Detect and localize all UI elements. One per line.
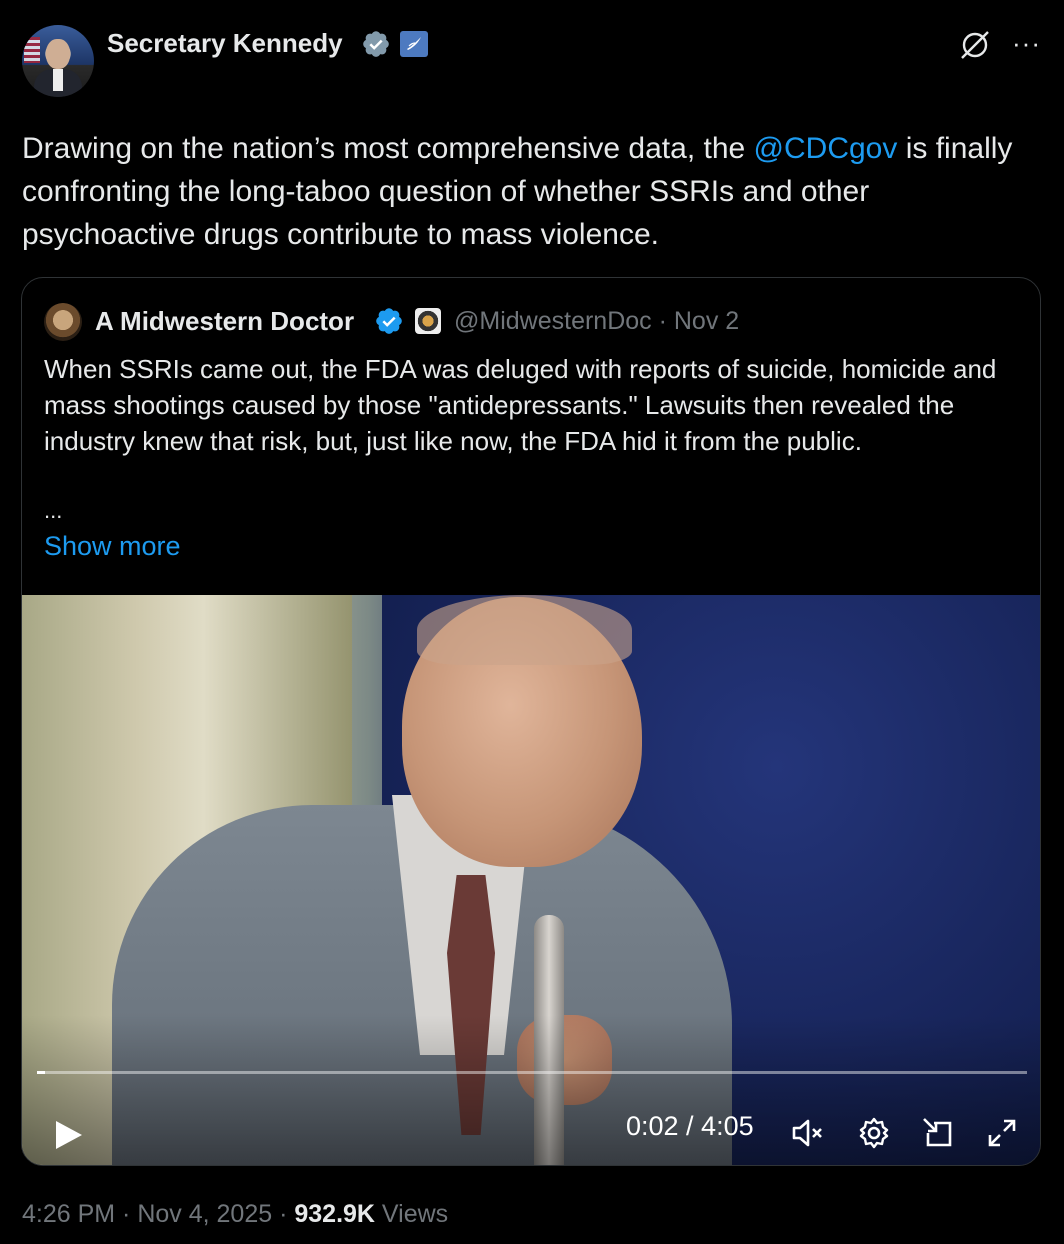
more-options-icon[interactable]: ··· (1012, 28, 1041, 59)
quote-tweet-card[interactable]: A Midwestern Doctor @MidwesternDoc · Nov… (21, 277, 1041, 1166)
author-name[interactable]: Secretary Kennedy (107, 28, 343, 59)
quote-ellipsis: ... (44, 498, 63, 523)
affiliation-badge-icon[interactable] (400, 31, 428, 57)
show-more-link[interactable]: Show more (44, 531, 181, 562)
tweet-text: Drawing on the nation’s most comprehensi… (22, 127, 1042, 256)
verified-badge-icon (363, 31, 389, 57)
quote-handle-date[interactable]: @MidwesternDoc · Nov 2 (454, 307, 739, 336)
quote-author-avatar[interactable] (44, 303, 82, 341)
views-count: 932.9K (294, 1200, 375, 1228)
picture-in-picture-icon[interactable] (918, 1113, 958, 1153)
video-progress-track[interactable] (37, 1071, 1027, 1074)
quote-text: When SSRIs came out, the FDA was deluged… (44, 354, 997, 456)
video-speaker-hair (417, 595, 632, 665)
video-player[interactable]: 0:02 / 4:05 (22, 595, 1040, 1165)
flag-graphic (24, 37, 40, 63)
grok-icon[interactable] (958, 28, 992, 62)
quote-affiliation-icon[interactable] (415, 308, 441, 334)
views-label: Views (374, 1200, 449, 1228)
settings-gear-icon[interactable] (854, 1113, 894, 1153)
video-progress-fill (37, 1071, 45, 1074)
mention-link[interactable]: @CDCgov (754, 132, 898, 165)
quote-author-name[interactable]: A Midwestern Doctor (95, 306, 354, 337)
hhs-eagle-icon (407, 37, 421, 50)
fullscreen-icon[interactable] (982, 1113, 1022, 1153)
avatar-shirt (53, 69, 63, 91)
video-time: 0:02 / 4:05 (626, 1111, 754, 1141)
play-icon[interactable] (48, 1115, 88, 1155)
verified-badge-icon (376, 308, 402, 334)
author-avatar[interactable] (22, 25, 94, 97)
avatar-face (46, 39, 70, 69)
tweet-timestamp[interactable]: 4:26 PM · Nov 4, 2025 · (22, 1200, 294, 1228)
mute-icon[interactable] (788, 1113, 828, 1153)
tweet-meta: 4:26 PM · Nov 4, 2025 · 932.9K Views (22, 1200, 448, 1229)
tweet-text-before: Drawing on the nation’s most comprehensi… (22, 132, 754, 165)
